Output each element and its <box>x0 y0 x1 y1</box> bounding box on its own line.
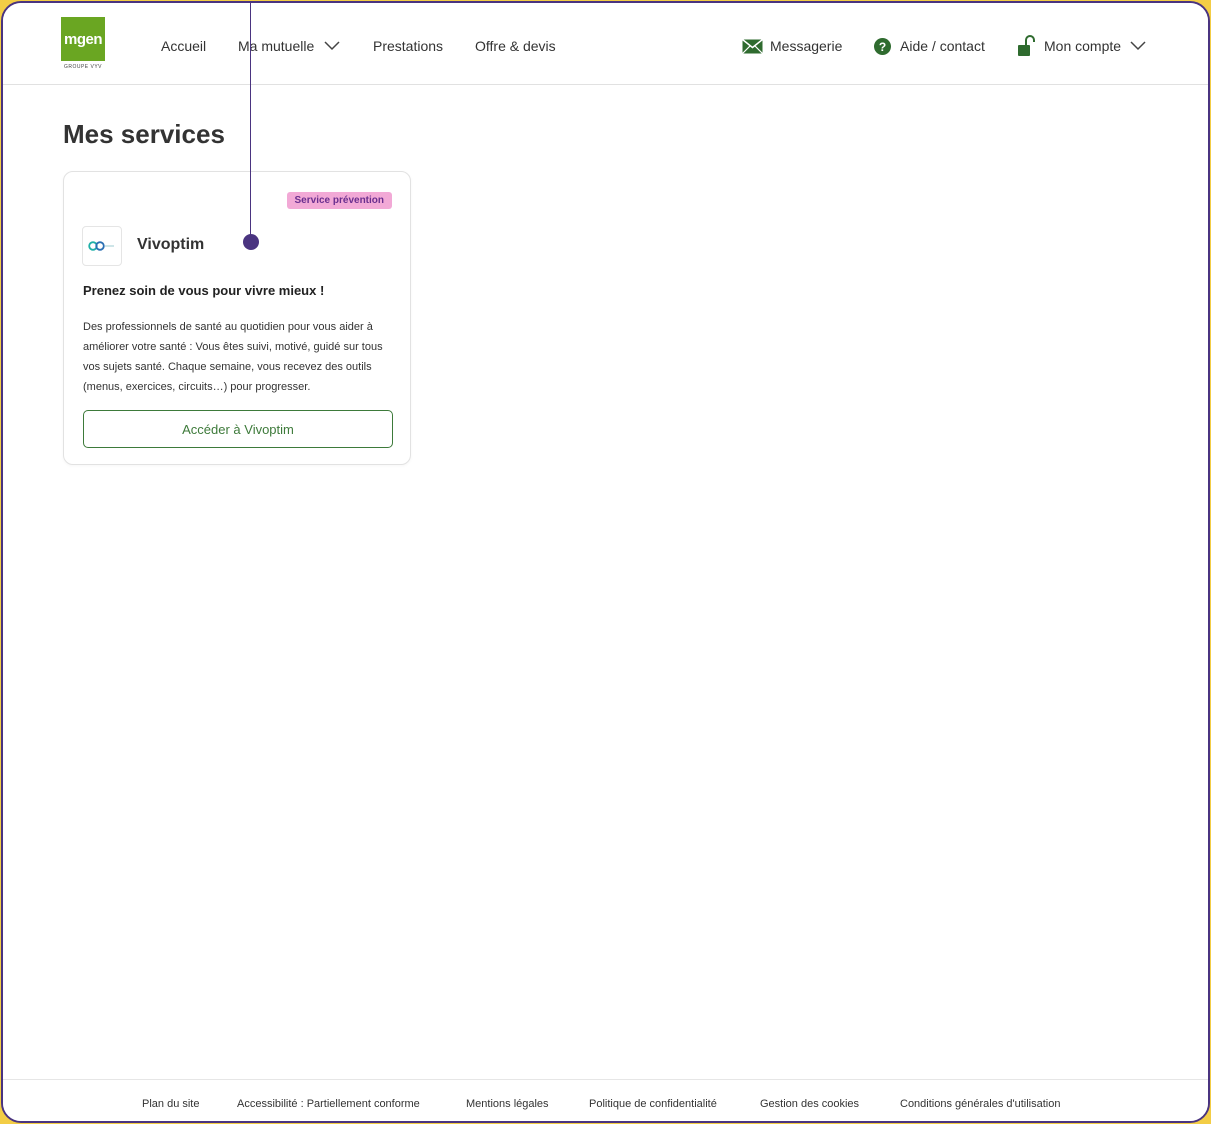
service-badge: Service prévention <box>286 192 392 209</box>
nav-prestations[interactable]: Prestations <box>373 36 443 56</box>
app-frame: mgen GROUPE VYV Accueil Ma mutuelle Pres… <box>1 1 1210 1123</box>
chevron-down-icon <box>324 41 340 51</box>
footer-link-politique-confidentialite[interactable]: Politique de confidentialité <box>589 1098 717 1110</box>
footer-link-mentions-legales[interactable]: Mentions légales <box>466 1098 549 1110</box>
mon-compte-menu[interactable]: Mon compte <box>1017 35 1146 56</box>
service-description: Des professionnels de santé au quotidien… <box>83 321 383 393</box>
aide-contact-link[interactable]: ? Aide / contact <box>874 36 985 56</box>
nav-accueil[interactable]: Accueil <box>161 36 206 56</box>
messagerie-link[interactable]: Messagerie <box>742 36 842 56</box>
page-title: Mes services <box>63 119 225 149</box>
nav-ma-mutuelle[interactable]: Ma mutuelle <box>238 36 340 56</box>
annotation-dot <box>243 234 259 250</box>
help-circle-icon: ? <box>874 37 891 55</box>
vivoptim-logo <box>82 226 122 266</box>
annotation-line <box>250 3 251 243</box>
unlock-icon <box>1018 35 1035 56</box>
service-card: Service prévention Vivoptim Prenez soin … <box>63 171 411 465</box>
nav-accueil-label: Accueil <box>161 38 207 54</box>
svg-text:?: ? <box>879 40 886 54</box>
service-heading: Prenez soin de vous pour vivre mieux ! <box>83 283 325 298</box>
footer-link-plan-du-site[interactable]: Plan du site <box>142 1098 199 1110</box>
mgen-logo-subtext: GROUPE VYV <box>63 64 103 70</box>
mon-compte-label: Mon compte <box>1044 38 1122 54</box>
service-name: Vivoptim <box>137 236 205 253</box>
envelope-icon <box>742 38 763 54</box>
footer-link-accessibilite[interactable]: Accessibilité : Partiellement conforme <box>237 1098 420 1110</box>
footer-link-gestion-cookies[interactable]: Gestion des cookies <box>760 1098 859 1110</box>
mgen-logo-mark: mgen <box>61 17 105 61</box>
nav-prestations-label: Prestations <box>373 38 444 54</box>
chevron-down-icon <box>1130 41 1146 51</box>
nav-offre-devis-label: Offre & devis <box>475 38 556 54</box>
aide-contact-label: Aide / contact <box>900 38 985 54</box>
footer: Plan du site Accessibilité : Partielleme… <box>3 1079 1208 1121</box>
footer-link-conditions-generales[interactable]: Conditions générales d'utilisation <box>900 1098 1060 1110</box>
top-header: mgen GROUPE VYV Accueil Ma mutuelle Pres… <box>3 3 1208 85</box>
access-vivoptim-button[interactable]: Accéder à Vivoptim <box>83 410 393 448</box>
nav-offre-devis[interactable]: Offre & devis <box>475 36 556 56</box>
vivoptim-logo-icon <box>88 241 114 251</box>
messagerie-label: Messagerie <box>770 38 843 54</box>
mgen-logo[interactable]: mgen GROUPE VYV <box>61 17 105 71</box>
